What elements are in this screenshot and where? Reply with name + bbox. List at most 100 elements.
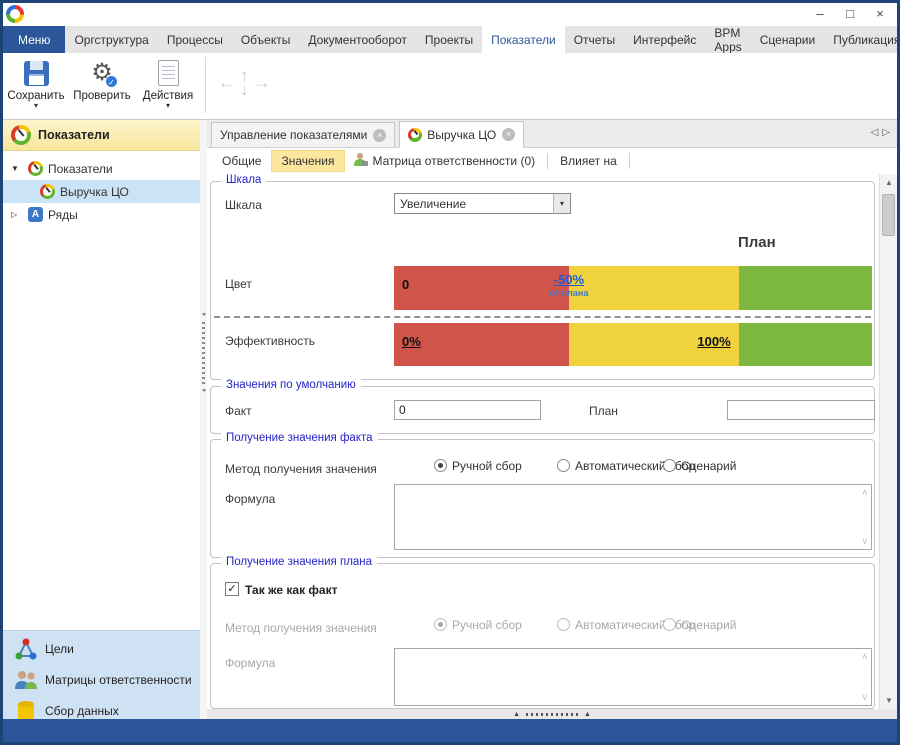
minimize-button[interactable]: – xyxy=(805,3,835,23)
plan-input[interactable] xyxy=(727,400,875,420)
threshold-sub-label: от плана xyxy=(550,288,589,298)
green-zone-segment xyxy=(739,266,872,310)
tab-scroll-right-icon[interactable]: ▷ xyxy=(882,127,894,138)
radio-scenario[interactable]: Сценарий xyxy=(663,459,736,473)
tree-node-indicators[interactable]: ▼ Показатели xyxy=(3,157,200,180)
vertical-scrollbar[interactable]: ▲ ▼ xyxy=(879,174,897,709)
dashed-divider xyxy=(214,316,871,318)
tree-node-revenue[interactable]: Выручка ЦО xyxy=(3,180,200,203)
doc-tab-revenue[interactable]: Выручка ЦО × xyxy=(399,121,524,148)
formula-textarea[interactable]: ∧ ∨ xyxy=(394,484,872,550)
vertical-splitter[interactable]: ◂ ◂ xyxy=(200,120,207,722)
scale-group-title: Шкала xyxy=(221,174,266,186)
scrollbar-thumb[interactable] xyxy=(882,194,895,236)
radio-manual-collection[interactable]: Ручной сбор xyxy=(434,459,522,473)
scrollbar-down-icon[interactable]: ▼ xyxy=(880,692,898,709)
sidebar-item-goals[interactable]: Цели xyxy=(3,633,200,664)
tree-node-label: Показатели xyxy=(48,162,113,176)
radio-icon xyxy=(663,618,676,631)
scale-combobox[interactable]: Увеличение ▾ xyxy=(394,193,571,214)
tab-processes[interactable]: Процессы xyxy=(158,26,232,53)
tree-node-series[interactable]: ▷ A Ряды xyxy=(3,203,200,226)
doc-tab-indicator-management[interactable]: Управление показателями × xyxy=(211,122,395,147)
check-badge-icon: ✓ xyxy=(105,75,118,88)
formula-label: Формула xyxy=(225,656,275,670)
tab-indicators[interactable]: Показатели xyxy=(482,26,565,53)
tab-scenarios[interactable]: Сценарии xyxy=(751,26,824,53)
scale-combobox-value: Увеличение xyxy=(395,194,553,213)
effectiveness-max-link[interactable]: 100% xyxy=(697,334,730,349)
method-label: Метод получения значения xyxy=(225,621,377,635)
formula-textarea-disabled: ∧ ∨ xyxy=(394,648,872,706)
scroll-down-icon[interactable]: ∨ xyxy=(861,536,868,547)
actions-button[interactable]: Действия ▾ xyxy=(135,53,201,110)
sidebar: Показатели ▼ Показатели Выручка ЦО ▷ A Р… xyxy=(3,120,200,722)
actions-dropdown-caret-icon[interactable]: ▾ xyxy=(135,102,201,110)
sidebar-item-responsibility-matrices[interactable]: Матрицы ответственности xyxy=(3,664,200,695)
splitter-collapse-icon[interactable]: ◂ xyxy=(200,386,207,396)
tab-close-icon[interactable]: × xyxy=(502,128,515,141)
save-button[interactable]: Сохранить ▾ xyxy=(3,53,69,110)
radio-selected-icon[interactable] xyxy=(434,459,447,472)
tree-node-label: Выручка ЦО xyxy=(60,185,129,199)
tab-orgstructure[interactable]: Оргструктура xyxy=(65,26,157,53)
subtab-separator xyxy=(547,153,548,169)
tab-scroll-left-icon[interactable]: ◁ xyxy=(871,127,883,138)
close-button[interactable]: × xyxy=(865,3,895,23)
tab-interface[interactable]: Интерфейс xyxy=(624,26,705,53)
tab-close-icon[interactable]: × xyxy=(373,129,386,142)
radio-label: Ручной сбор xyxy=(452,459,522,473)
splitter-collapse-icon[interactable]: ▲ xyxy=(513,711,520,718)
threshold-value-link[interactable]: -50% xyxy=(550,272,589,287)
tab-objects[interactable]: Объекты xyxy=(232,26,300,53)
subtab-responsibility-matrix[interactable]: Матрица ответственности (0) xyxy=(373,150,546,172)
menu-button[interactable]: Меню xyxy=(3,26,65,53)
effectiveness-scale-bar[interactable]: 0% 100% xyxy=(394,323,872,366)
expander-open-icon[interactable]: ▼ xyxy=(11,164,23,173)
scrollbar-up-icon[interactable]: ▲ xyxy=(880,174,898,191)
scale-group: Шкала Шкала Увеличение ▾ План Цвет 0 -50… xyxy=(210,181,875,380)
tab-projects[interactable]: Проекты xyxy=(416,26,482,53)
tab-scroll-arrows: ◁▷ xyxy=(871,127,894,138)
subtab-values[interactable]: Значения xyxy=(271,150,344,172)
tab-bpm-apps[interactable]: BPM Apps xyxy=(705,26,750,53)
save-dropdown-caret-icon[interactable]: ▾ xyxy=(3,102,69,110)
horizontal-splitter[interactable]: ▲ ▲ xyxy=(207,709,897,719)
document-tab-bar: Управление показателями × Выручка ЦО × ◁… xyxy=(207,120,897,148)
scroll-up-icon[interactable]: ∧ xyxy=(861,487,868,498)
radio-icon[interactable] xyxy=(557,459,570,472)
verify-button[interactable]: ⚙ ✓ Проверить xyxy=(69,53,135,102)
same-as-fact-checkbox[interactable]: ✓ xyxy=(225,582,239,596)
splitter-collapse-icon[interactable]: ▲ xyxy=(584,711,591,718)
nav-down-icon[interactable]: ↓ xyxy=(240,83,249,97)
tree-node-label: Ряды xyxy=(48,208,78,222)
people-icon xyxy=(11,669,41,691)
save-icon xyxy=(24,61,49,86)
combobox-dropdown-icon[interactable]: ▾ xyxy=(553,194,570,213)
fact-input[interactable] xyxy=(394,400,541,420)
subtab-affects[interactable]: Влияет на xyxy=(550,150,627,172)
fact-acquisition-group-title: Получение значения факта xyxy=(221,432,378,444)
scale-label: Шкала xyxy=(225,198,262,212)
color-scale-bar[interactable]: 0 -50% от плана xyxy=(394,266,872,310)
sidebar-bottom-panel: Цели Матрицы ответственности xyxy=(3,630,200,722)
radio-selected-icon xyxy=(434,618,447,631)
sidebar-item-label: Матрицы ответственности xyxy=(45,673,192,687)
splitter-drag-handle[interactable] xyxy=(526,713,578,716)
splitter-collapse-icon[interactable]: ◂ xyxy=(200,310,207,320)
splitter-drag-handle[interactable] xyxy=(202,322,205,384)
same-as-fact-label: Так же как факт xyxy=(245,583,337,597)
effectiveness-min-link[interactable]: 0% xyxy=(402,334,421,349)
bar-zero-label: 0 xyxy=(402,277,409,292)
tab-reports[interactable]: Отчеты xyxy=(565,26,624,53)
nav-right-icon[interactable]: → xyxy=(254,73,271,93)
radio-icon[interactable] xyxy=(663,459,676,472)
tab-publication[interactable]: Публикация xyxy=(824,26,900,53)
expander-closed-icon[interactable]: ▷ xyxy=(11,210,23,219)
nav-left-icon[interactable]: ← xyxy=(218,73,235,93)
threshold-label[interactable]: -50% от плана xyxy=(550,272,589,298)
maximize-button[interactable]: □ xyxy=(835,3,865,23)
document-icon xyxy=(158,60,179,86)
tab-documents[interactable]: Документооборот xyxy=(299,26,416,53)
subtab-general[interactable]: Общие xyxy=(212,150,271,172)
